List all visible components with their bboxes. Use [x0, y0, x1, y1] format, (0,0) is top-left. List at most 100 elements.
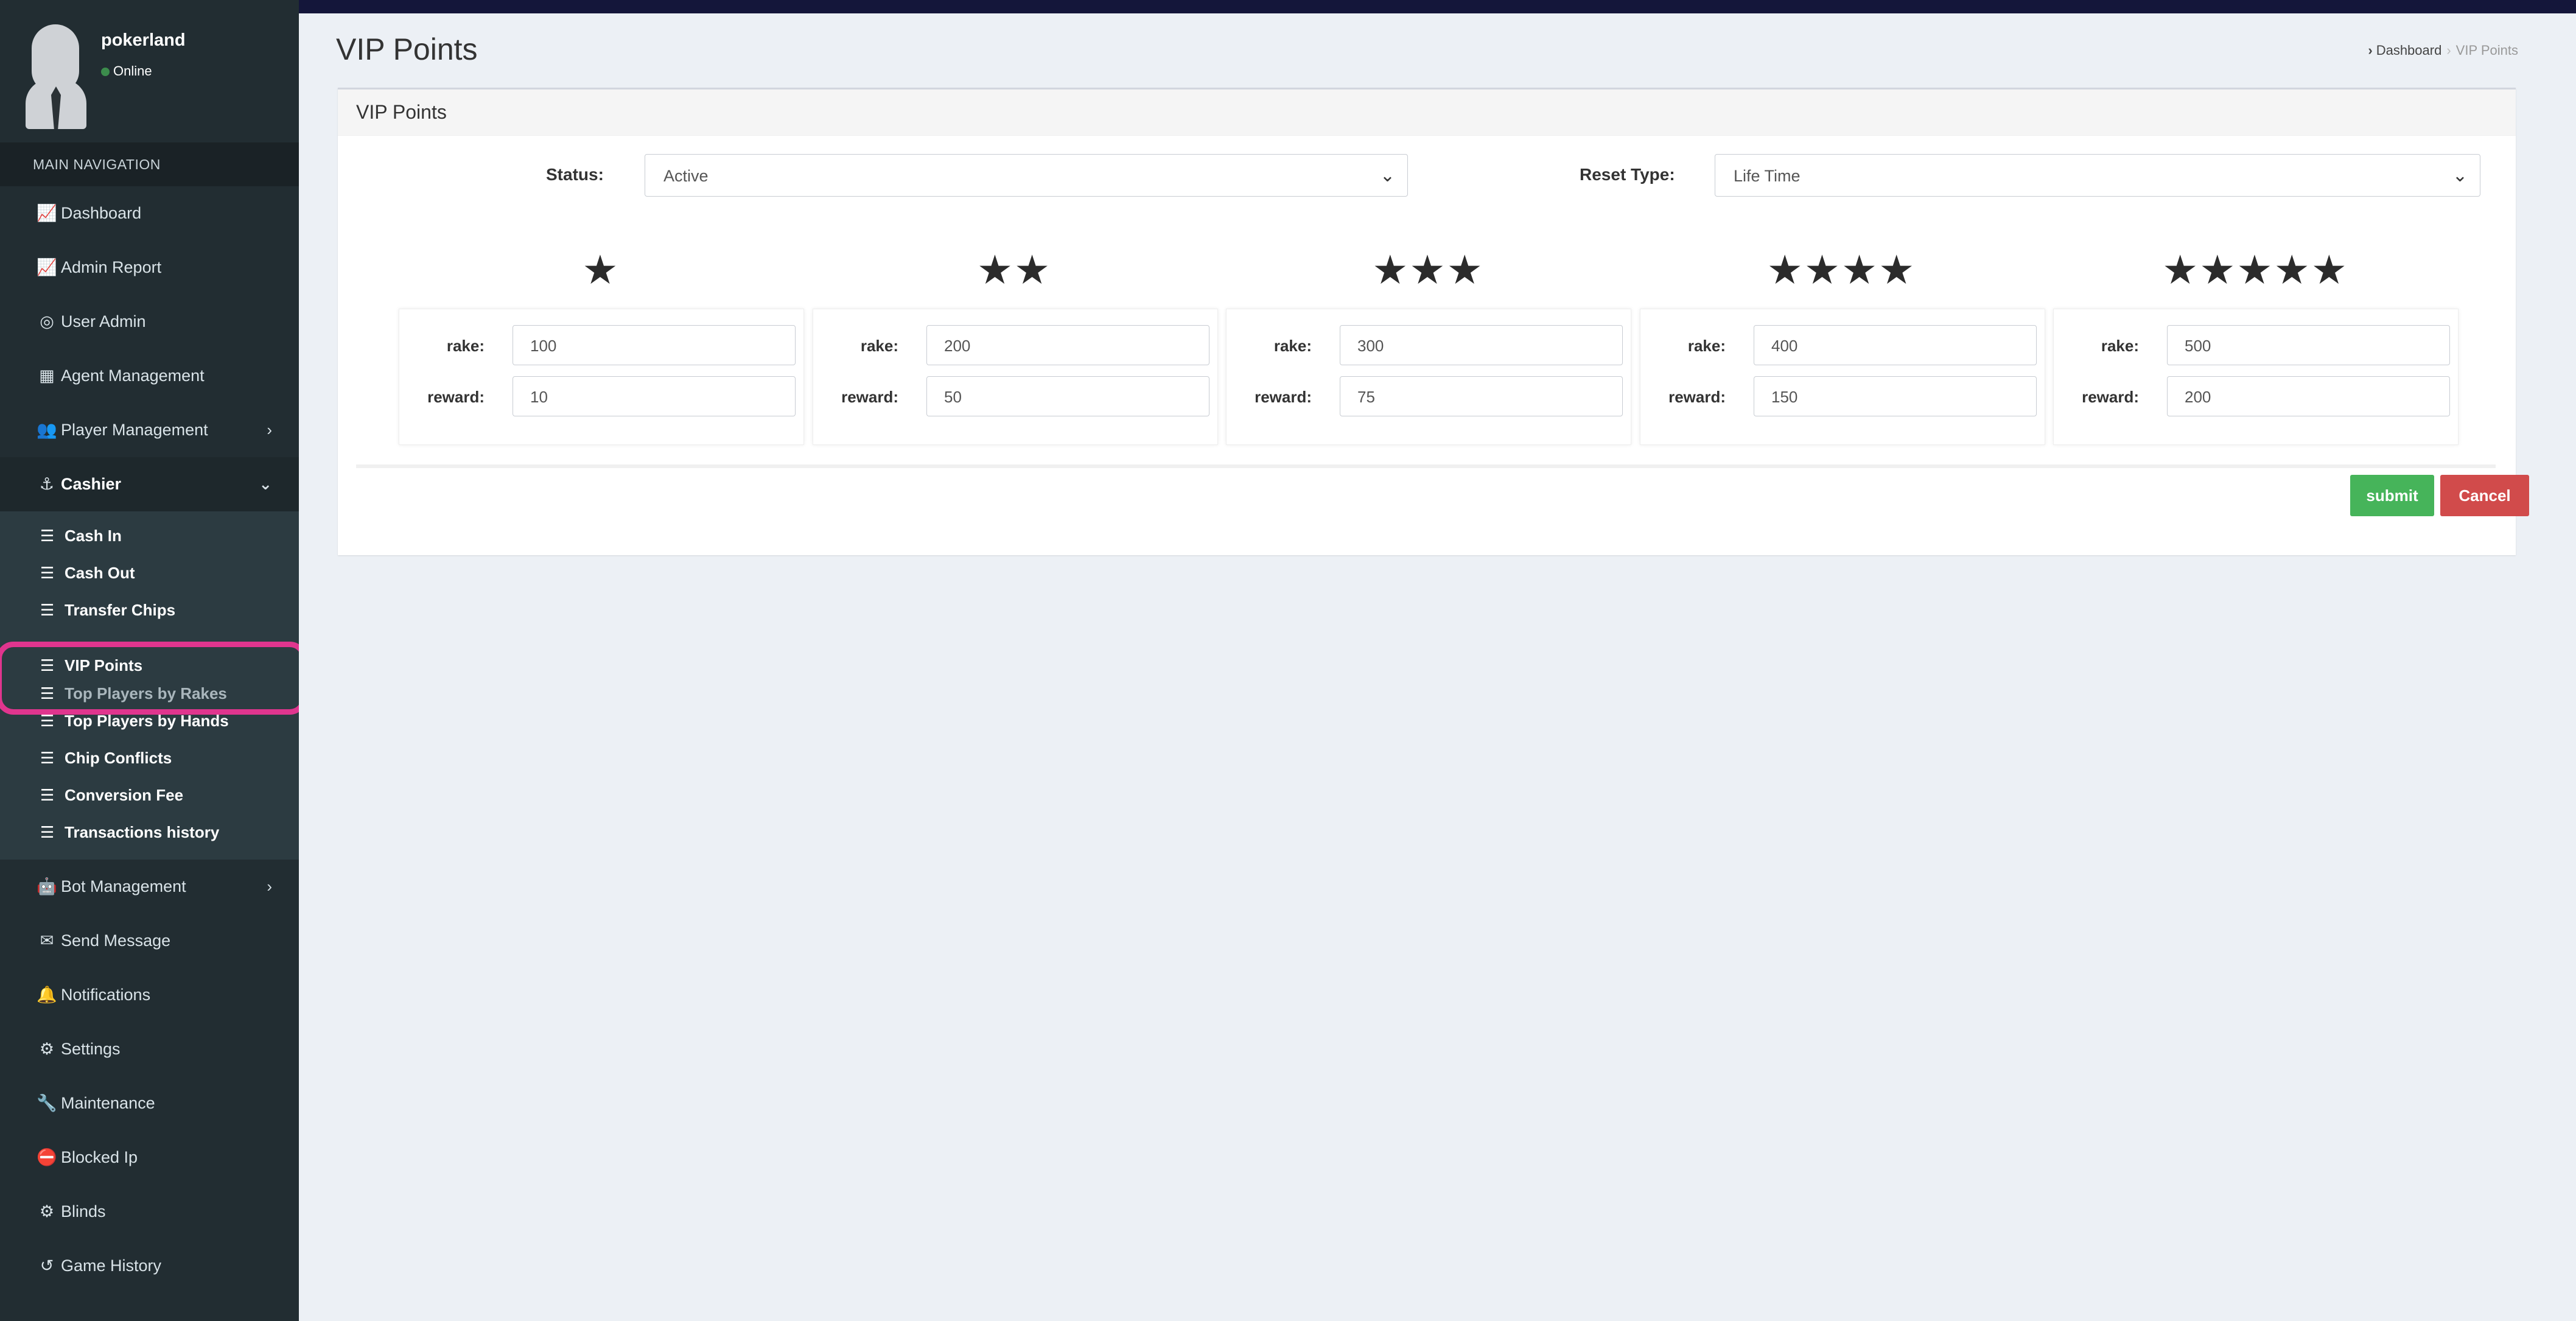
sidebar-item-blocked-ip[interactable]: ⛔ Blocked Ip	[0, 1130, 299, 1185]
blocked-user-icon: ⛔	[37, 1148, 57, 1166]
list-icon: ☰	[40, 684, 55, 703]
main-navigation-header: MAIN NAVIGATION	[0, 142, 299, 186]
sidebar-item-admin-report[interactable]: 📈 Admin Report	[0, 240, 299, 295]
chart-line-icon: 📈	[37, 258, 57, 276]
tier-2-rake-input[interactable]: 200	[926, 325, 1209, 365]
list-icon: ☰	[40, 786, 55, 804]
sidebar-item-label: Send Message	[61, 931, 171, 950]
tier-3-rake-input[interactable]: 300	[1340, 325, 1623, 365]
tier-3-reward-input[interactable]: 75	[1340, 376, 1623, 416]
submenu-item-vip-points[interactable]: ☰ VIP Points	[0, 647, 299, 684]
tier-5-rake-input[interactable]: 500	[2167, 325, 2450, 365]
submenu-item-top-players-by-rakes[interactable]: ☰ Top Players by Rakes	[0, 684, 299, 703]
reset-type-label: Reset Type:	[1580, 165, 1675, 184]
tier-2-reward-input[interactable]: 50	[926, 376, 1209, 416]
reward-label: reward:	[427, 388, 485, 406]
avatar	[26, 24, 86, 129]
submenu-item-label: Transfer Chips	[65, 601, 176, 619]
status-label: Status:	[546, 165, 604, 184]
chevron-down-icon: ⌄	[1379, 166, 1395, 186]
breadcrumb-separator: ›	[2446, 43, 2451, 58]
list-icon: ☰	[40, 527, 55, 545]
sidebar-item-label: Cashier	[61, 475, 122, 493]
tier-5-reward-input[interactable]: 200	[2167, 376, 2450, 416]
submenu-item-label: Top Players by Hands	[65, 712, 229, 730]
sidebar-item-label: Notifications	[61, 986, 151, 1004]
sidebar-item-notifications[interactable]: 🔔 Notifications	[0, 968, 299, 1022]
rake-label: rake:	[2101, 337, 2139, 355]
sidebar-item-blinds[interactable]: ⚙ Blinds	[0, 1185, 299, 1239]
submenu-item-transactions-history[interactable]: ☰ Transactions history	[0, 814, 299, 851]
sidebar-item-label: Player Management	[61, 421, 208, 439]
sidebar-item-dashboard[interactable]: 📈 Dashboard	[0, 186, 299, 240]
bell-icon: 🔔	[37, 986, 57, 1004]
sidebar-item-agent-management[interactable]: ▦ Agent Management	[0, 349, 299, 403]
reward-label: reward:	[2082, 388, 2139, 406]
submenu-item-transfer-chips[interactable]: ☰ Transfer Chips	[0, 592, 299, 629]
tier-1-rake-input[interactable]: 100	[513, 325, 796, 365]
submenu-item-cash-out[interactable]: ☰ Cash Out	[0, 555, 299, 592]
reset-type-select-value: Life Time	[1734, 167, 1801, 185]
submenu-item-label: Chip Conflicts	[65, 749, 172, 767]
reward-label: reward:	[841, 388, 898, 406]
list-icon: ☰	[40, 601, 55, 619]
submenu-item-conversion-fee[interactable]: ☰ Conversion Fee	[0, 777, 299, 814]
vip-points-box: VIP Points Status: Active ⌄ Reset Type: …	[338, 88, 2529, 555]
user-status: Online	[101, 63, 152, 79]
page-title: VIP Points	[336, 32, 478, 66]
box-title: VIP Points	[338, 89, 2516, 136]
user-status-text: Online	[113, 63, 152, 79]
submenu-item-cash-in[interactable]: ☰ Cash In	[0, 517, 299, 555]
tier-1-reward-input[interactable]: 10	[513, 376, 796, 416]
online-dot-icon	[101, 68, 110, 77]
sidebar-item-bot-management[interactable]: 🤖 Bot Management ›	[0, 860, 299, 914]
history-icon: ↺	[40, 1256, 54, 1275]
tier-card-5: rake: 500 reward: 200	[2053, 309, 2459, 445]
tier-1-stars-icon: ★	[582, 247, 620, 292]
main-content: VIP Points › Dashboard › VIP Points VIP Poi…	[299, 13, 2576, 1321]
chart-line-icon: 📈	[37, 204, 57, 222]
user-name: pokerland	[101, 30, 186, 50]
users-icon: 👥	[37, 421, 57, 439]
breadcrumb: › Dashboard › VIP Points	[2368, 43, 2518, 58]
sidebar-item-label: Maintenance	[61, 1094, 155, 1112]
sidebar-item-cashier[interactable]: ⚓ Cashier ⌄	[0, 457, 299, 511]
tier-4-reward-input[interactable]: 150	[1754, 376, 2037, 416]
breadcrumb-dashboard-link[interactable]: Dashboard	[2376, 43, 2442, 58]
sidebar-item-settings[interactable]: ⚙ Settings	[0, 1022, 299, 1076]
tier-card-4: rake: 400 reward: 150	[1640, 309, 2045, 445]
form-divider	[356, 464, 2496, 468]
robot-icon: 🤖	[37, 877, 57, 895]
sidebar-item-label: Dashboard	[61, 204, 142, 222]
sidebar-item-game-history[interactable]: ↺ Game History	[0, 1239, 299, 1293]
tier-card-2: rake: 200 reward: 50	[813, 309, 1218, 445]
submenu-item-label: Cash In	[65, 527, 122, 545]
tier-grid: rake: 100 reward: 10 rake: 200 reward: 5…	[399, 309, 2459, 445]
reset-type-select[interactable]: Life Time ⌄	[1715, 154, 2480, 197]
sidebar-item-user-admin[interactable]: ◎ User Admin	[0, 295, 299, 349]
submenu-item-label: Top Players by Rakes	[65, 684, 227, 703]
tier-4-rake-input[interactable]: 400	[1754, 325, 2037, 365]
breadcrumb-current: VIP Points	[2455, 43, 2518, 58]
cashier-icon: ⚓	[39, 475, 55, 493]
sidebar-item-maintenance[interactable]: 🔧 Maintenance	[0, 1076, 299, 1130]
rake-label: rake:	[446, 337, 485, 355]
gear-icon: ⚙	[39, 1040, 55, 1058]
tier-5-stars-icon: ★★★★★	[2162, 247, 2348, 292]
sidebar-item-label: Bot Management	[61, 877, 186, 895]
rake-label: rake:	[860, 337, 898, 355]
cancel-button[interactable]: Cancel	[2440, 475, 2529, 516]
user-panel: pokerland Online	[0, 0, 299, 142]
submit-button[interactable]: submit	[2350, 475, 2434, 516]
sidebar-item-send-message[interactable]: ✉ Send Message	[0, 914, 299, 968]
building-icon: ▦	[39, 366, 55, 385]
top-strip	[0, 0, 2576, 13]
submenu-item-chip-conflicts[interactable]: ☰ Chip Conflicts	[0, 740, 299, 777]
tier-2-stars-icon: ★★	[976, 247, 1052, 292]
sidebar-item-player-management[interactable]: 👥 Player Management ›	[0, 403, 299, 457]
list-icon: ☰	[40, 823, 55, 841]
status-select[interactable]: Active ⌄	[645, 154, 1408, 197]
list-icon: ☰	[40, 564, 55, 582]
submenu-item-top-players-by-hands[interactable]: ☰ Top Players by Hands	[0, 703, 299, 740]
tier-card-1: rake: 100 reward: 10	[399, 309, 804, 445]
